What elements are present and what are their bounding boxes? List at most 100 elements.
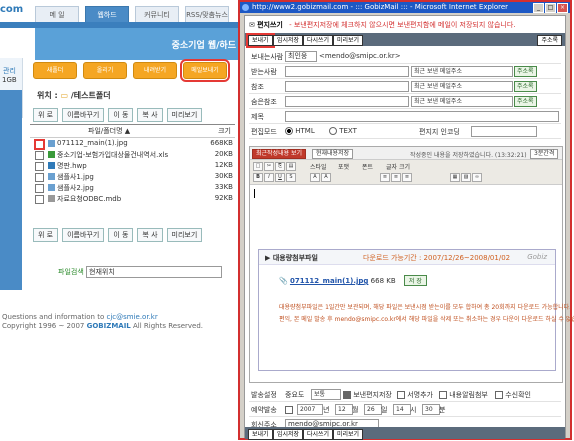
address-book-button[interactable]: 주소록 xyxy=(537,35,562,46)
autosave-interval-select[interactable]: 3분간격 xyxy=(530,149,559,159)
font-color-icon[interactable]: A xyxy=(310,173,320,182)
subject-field[interactable] xyxy=(285,111,559,122)
save-sent-checkbox[interactable] xyxy=(343,391,351,399)
rename-button[interactable]: 이름바꾸기 xyxy=(62,228,105,242)
move-button[interactable]: 이 동 xyxy=(108,228,134,242)
strike-icon[interactable]: S xyxy=(286,173,296,182)
attachment-file-link[interactable]: 071112_main(1).jpg xyxy=(290,277,368,285)
footer-email-link[interactable]: cjc@smie.or.kr xyxy=(106,313,157,321)
mode-html-option[interactable]: HTML xyxy=(285,127,315,135)
file-name[interactable]: 명판.hwp xyxy=(57,161,87,171)
tab-community[interactable]: 커뮤니티 xyxy=(135,6,179,23)
rewrite-button[interactable]: 다시쓰기 xyxy=(303,35,334,46)
font-menu[interactable]: 폰트 xyxy=(362,162,373,171)
row-checkbox[interactable] xyxy=(35,195,44,204)
rewrite-button[interactable]: 다시쓰기 xyxy=(303,429,334,440)
underline-icon[interactable]: U xyxy=(275,173,285,182)
reserve-checkbox[interactable] xyxy=(285,406,293,414)
table-row[interactable]: 샘플사1.jpg 30KB xyxy=(35,172,235,182)
row-checkbox[interactable] xyxy=(35,151,44,160)
save-draft-button[interactable]: 임시저장 xyxy=(273,35,304,46)
importance-select[interactable]: 보통 xyxy=(311,389,341,400)
file-name[interactable]: 071112_main(1).jpg xyxy=(57,139,128,147)
table-row[interactable]: 중소기업-보험가입대상물건내역서.xls 20KB xyxy=(35,150,235,160)
rename-button[interactable]: 이름바꾸기 xyxy=(62,108,105,122)
minute-select[interactable]: 30 xyxy=(422,404,440,415)
table-row[interactable]: 샘플사2.jpg 33KB xyxy=(35,183,235,193)
cut-icon[interactable]: ✂ xyxy=(264,162,274,171)
col-name[interactable]: 파일/폴더명 ▲ xyxy=(88,126,130,136)
up-button[interactable]: 위 로 xyxy=(33,228,59,242)
style-menu[interactable]: 스타일 xyxy=(310,162,327,171)
save-content-tab[interactable]: 현재내용저장 xyxy=(312,149,354,159)
new-doc-icon[interactable]: □ xyxy=(253,162,263,171)
up-button[interactable]: 위 로 xyxy=(33,108,59,122)
window-titlebar[interactable]: http://www2.gobizmail.com - ::: GobizMai… xyxy=(240,2,570,13)
bcc-address-book-button[interactable]: 주소록 xyxy=(514,96,537,107)
hour-select[interactable]: 14 xyxy=(393,404,411,415)
sender-name-field[interactable]: 최인웅 xyxy=(285,51,317,62)
format-menu[interactable]: 포맷 xyxy=(338,162,349,171)
html-radio[interactable] xyxy=(285,127,293,135)
file-name[interactable]: 샘플사1.jpg xyxy=(57,172,94,182)
manage-link[interactable]: 관리 xyxy=(3,66,16,76)
row-checkbox[interactable] xyxy=(35,184,44,193)
close-button[interactable]: × xyxy=(557,3,568,13)
align-right-icon[interactable]: ≡ xyxy=(402,173,412,182)
send-button[interactable]: 보내기 xyxy=(246,33,275,48)
table-icon[interactable]: ▦ xyxy=(450,173,460,182)
upload-button[interactable]: 올리기 xyxy=(83,62,127,79)
italic-icon[interactable]: I xyxy=(264,173,274,182)
preview-button[interactable]: 미리보기 xyxy=(333,35,364,46)
recent-content-tab[interactable]: 최근작성내용 보기 xyxy=(252,149,307,159)
col-size[interactable]: 크기 xyxy=(218,126,231,136)
align-left-icon[interactable]: ≡ xyxy=(380,173,390,182)
bold-icon[interactable]: B xyxy=(253,173,263,182)
image-icon[interactable]: ▨ xyxy=(461,173,471,182)
search-scope-select[interactable]: 현재위치 xyxy=(86,266,222,278)
row-checkbox[interactable] xyxy=(35,140,44,149)
signature-checkbox[interactable] xyxy=(397,391,405,399)
tab-rss[interactable]: RSS/맞춤뉴스 xyxy=(185,6,229,23)
download-button[interactable]: 내려받기 xyxy=(133,62,177,79)
align-center-icon[interactable]: ≡ xyxy=(391,173,401,182)
text-radio[interactable] xyxy=(329,127,337,135)
preview-button[interactable]: 미리보기 xyxy=(166,108,203,122)
notify-checkbox[interactable] xyxy=(439,391,447,399)
copy-icon[interactable]: ⎘ xyxy=(275,162,285,171)
file-name[interactable]: 샘플사2.jpg xyxy=(57,183,94,193)
paste-icon[interactable]: ▤ xyxy=(286,162,296,171)
file-name[interactable]: 중소기업-보험가입대상물건내역서.xls xyxy=(57,150,168,160)
maximize-button[interactable]: □ xyxy=(545,3,556,13)
send-button[interactable]: 보내기 xyxy=(248,429,273,440)
to-address-book-button[interactable]: 주소록 xyxy=(514,66,537,77)
mode-text-option[interactable]: TEXT xyxy=(329,127,357,135)
cc-field[interactable] xyxy=(285,81,409,92)
row-checkbox[interactable] xyxy=(35,173,44,182)
bcc-field[interactable] xyxy=(285,96,409,107)
copy-button[interactable]: 복 사 xyxy=(137,108,163,122)
minimize-button[interactable]: _ xyxy=(533,3,544,13)
table-row[interactable]: 명판.hwp 12KB xyxy=(35,161,235,171)
month-select[interactable]: 12 xyxy=(335,404,353,415)
file-name[interactable]: 자료요청ODBC.mdb xyxy=(57,194,121,204)
receipt-checkbox[interactable] xyxy=(495,391,503,399)
tab-mail[interactable]: 메 일 xyxy=(35,6,79,23)
copy-button[interactable]: 복 사 xyxy=(137,228,163,242)
cc-address-book-button[interactable]: 주소록 xyxy=(514,81,537,92)
to-field[interactable] xyxy=(285,66,409,77)
recent-address-select[interactable]: 최근 보낸 메일주소 xyxy=(411,81,513,92)
table-row[interactable]: 자료요청ODBC.mdb 92KB xyxy=(35,194,235,204)
tab-webhard[interactable]: 웹하드 xyxy=(85,6,129,23)
recent-address-select[interactable]: 최근 보낸 메일주소 xyxy=(411,66,513,77)
send-mail-button[interactable]: 메일보내기 xyxy=(180,59,230,82)
link-icon[interactable]: ∞ xyxy=(472,173,482,182)
bg-color-icon[interactable]: A xyxy=(321,173,331,182)
font-size-menu[interactable]: 글자 크기 xyxy=(386,162,410,171)
preview-button[interactable]: 미리보기 xyxy=(333,429,364,440)
encoding-select[interactable] xyxy=(471,126,537,137)
row-checkbox[interactable] xyxy=(35,162,44,171)
recent-address-select[interactable]: 최근 보낸 메일주소 xyxy=(411,96,513,107)
day-select[interactable]: 26 xyxy=(364,404,382,415)
save-draft-button[interactable]: 임시저장 xyxy=(273,429,304,440)
